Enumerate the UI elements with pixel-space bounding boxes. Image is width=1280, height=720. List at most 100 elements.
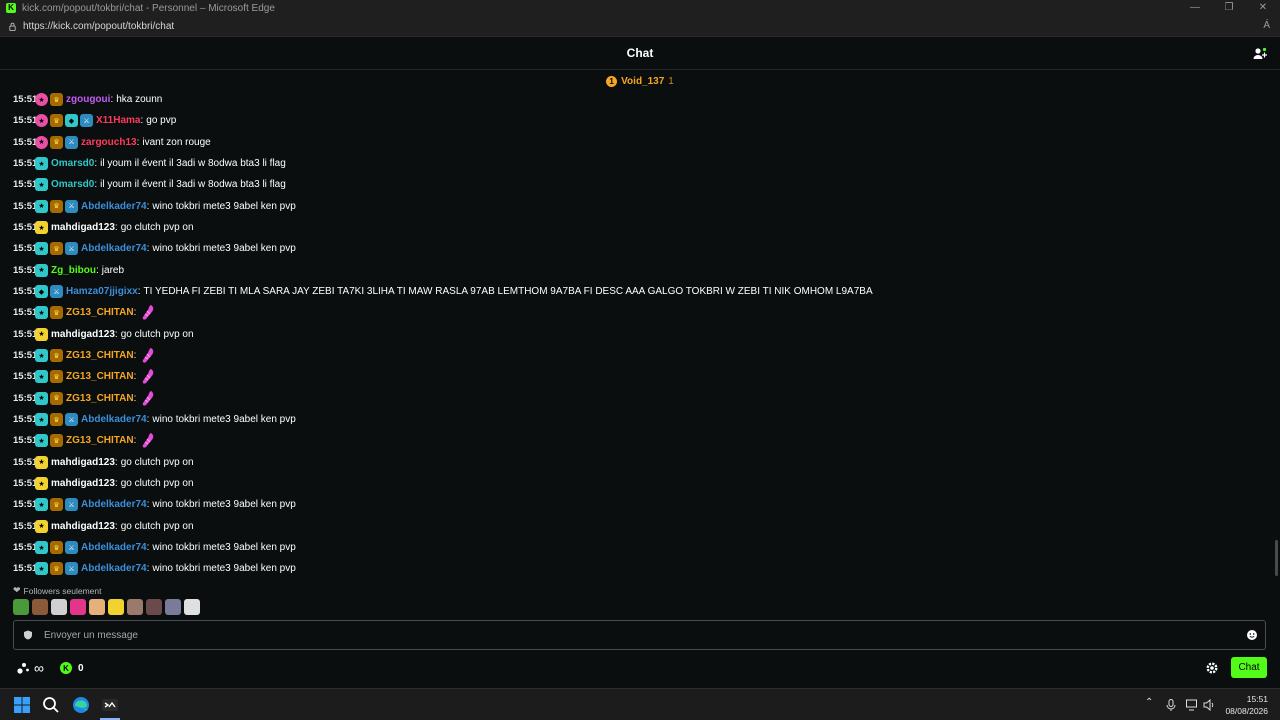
crown-badge-icon[interactable]: ♛	[50, 242, 63, 256]
chat-message[interactable]: 15:51 ◆ ⚔ Hamza07jjigixx: TI YEDHA FI ZEBI T…	[0, 281, 1276, 302]
chat-message[interactable]: 15:51 ★ ♛ ⚔ Abdelkader74: wino tokbri mete3 9…	[0, 558, 1276, 579]
crown-badge-icon[interactable]: ♛	[50, 413, 63, 427]
chat-emote-icon[interactable]	[140, 432, 156, 449]
chat-message[interactable]: 15:51 ★ Zg_bibou: jareb	[0, 260, 1276, 281]
read-aloud-icon[interactable]: Á	[1263, 20, 1270, 31]
username[interactable]: mahdigad123	[51, 222, 115, 233]
chat-message[interactable]: 15:51 ★ mahdigad123: go clutch pvp on	[0, 473, 1276, 494]
crown-badge-icon[interactable]: ♛	[50, 135, 63, 149]
username[interactable]: Abdelkader74	[81, 499, 147, 510]
subscriber-badge-icon[interactable]: ★	[35, 455, 48, 469]
quick-emote-icon[interactable]	[184, 599, 200, 615]
subscriber-badge-icon[interactable]: ★	[35, 242, 48, 256]
subscriber-badge-icon[interactable]: ★	[35, 562, 48, 576]
terminal-app-icon[interactable]	[100, 695, 120, 715]
network-icon[interactable]	[1186, 699, 1199, 711]
chat-message[interactable]: 15:51 ★ ♛ ⚔ zargouch13: ivant zon rouge	[0, 132, 1276, 153]
sword-badge-icon[interactable]: ⚔	[65, 199, 78, 213]
sword-badge-icon[interactable]: ⚔	[65, 498, 78, 512]
crown-badge-icon[interactable]: ♛	[50, 349, 63, 363]
chat-message[interactable]: 15:51 ★ mahdigad123: go clutch pvp on	[0, 516, 1276, 537]
shield-icon[interactable]	[23, 630, 33, 640]
url-text[interactable]: https://kick.com/popout/tokbri/chat	[23, 21, 174, 32]
subscriber-badge-icon[interactable]: ★	[35, 498, 48, 512]
username[interactable]: Abdelkader74	[81, 542, 147, 553]
username[interactable]: Omarsd0	[51, 158, 94, 169]
quick-emote-icon[interactable]	[108, 599, 124, 615]
subscriber-badge-icon[interactable]: ★	[35, 178, 48, 192]
chat-message[interactable]: 15:51 ★ ♛ ⚔ Abdelkader74: wino tokbri mete3 9…	[0, 537, 1276, 558]
crown-badge-icon[interactable]: ♛	[50, 562, 63, 576]
username[interactable]: Abdelkader74	[81, 414, 147, 425]
minimize-button[interactable]: —	[1178, 0, 1212, 16]
chat-emote-icon[interactable]	[140, 390, 156, 407]
username[interactable]: ZG13_CHITAN	[66, 393, 134, 404]
username[interactable]: ZG13_CHITAN	[66, 435, 134, 446]
crown-badge-icon[interactable]: ♛	[50, 114, 63, 128]
username[interactable]: mahdigad123	[51, 329, 115, 340]
emoji-picker-icon[interactable]	[1246, 629, 1258, 641]
sword-badge-icon[interactable]: ⚔	[65, 562, 78, 576]
subscriber-badge-icon[interactable]: ★	[35, 135, 48, 149]
chat-message[interactable]: 15:51 ★ ♛ ⚔ Abdelkader74: wino tokbri mete3 9…	[0, 409, 1276, 430]
chat-message[interactable]: 15:51 ★ ♛ ZG13_CHITAN:	[0, 345, 1276, 366]
quick-emote-icon[interactable]	[146, 599, 162, 615]
microphone-icon[interactable]	[1166, 699, 1176, 711]
username[interactable]: mahdigad123	[51, 478, 115, 489]
subscriber-badge-icon[interactable]: ★	[35, 434, 48, 448]
quick-emote-icon[interactable]	[165, 599, 181, 615]
subscriber-badge-icon[interactable]: ★	[35, 93, 48, 107]
username[interactable]: ZG13_CHITAN	[66, 307, 134, 318]
username[interactable]: Omarsd0	[51, 179, 94, 190]
subscriber-badge-icon[interactable]: ★	[35, 477, 48, 491]
crown-badge-icon[interactable]: ♛	[50, 498, 63, 512]
subscriber-badge-icon[interactable]: ★	[35, 541, 48, 555]
sword-badge-icon[interactable]: ⚔	[65, 135, 78, 149]
chat-messages[interactable]: 15:51 ★ ♛ zgougoui: hka zounn 15:51 ★ ♛ ◆ ⚔ X11Ham…	[0, 89, 1276, 579]
username[interactable]: zgougoui	[66, 94, 110, 105]
subscriber-badge-icon[interactable]: ★	[35, 349, 48, 363]
username[interactable]: X11Hama	[96, 115, 140, 126]
quick-emote-icon[interactable]	[89, 599, 105, 615]
subscriber-badge-icon[interactable]: ★	[35, 199, 48, 213]
username[interactable]: Abdelkader74	[81, 243, 147, 254]
vip-badge-icon[interactable]: ◆	[35, 285, 48, 299]
quick-emote-icon[interactable]	[32, 599, 48, 615]
subscriber-badge-icon[interactable]: ★	[35, 370, 48, 384]
chat-message[interactable]: 15:51 ★ ♛ ZG13_CHITAN:	[0, 430, 1276, 451]
chat-message[interactable]: 15:51 ★ ♛ ⚔ Abdelkader74: wino tokbri mete3 9…	[0, 238, 1276, 259]
quick-emote-icon[interactable]	[127, 599, 143, 615]
username[interactable]: mahdigad123	[51, 521, 115, 532]
vip-badge-icon[interactable]: ◆	[65, 114, 78, 128]
sword-badge-icon[interactable]: ⚔	[50, 285, 63, 299]
crown-badge-icon[interactable]: ♛	[50, 306, 63, 320]
chat-message[interactable]: 15:51 ★ Omarsd0: il youm il évent il 3adi w…	[0, 174, 1276, 195]
chat-message[interactable]: 15:51 ★ ♛ ZG13_CHITAN:	[0, 302, 1276, 323]
message-input-wrapper[interactable]	[13, 620, 1266, 650]
windows-start-icon[interactable]	[12, 695, 32, 715]
subscriber-badge-icon[interactable]: ★	[35, 157, 48, 171]
subscriber-badge-icon[interactable]: ★	[35, 306, 48, 320]
crown-badge-icon[interactable]: ♛	[50, 434, 63, 448]
chat-emote-icon[interactable]	[140, 304, 156, 321]
search-icon[interactable]	[41, 695, 61, 715]
sword-badge-icon[interactable]: ⚔	[65, 242, 78, 256]
crown-badge-icon[interactable]: ♛	[50, 93, 63, 107]
crown-badge-icon[interactable]: ♛	[50, 541, 63, 555]
chat-emote-icon[interactable]	[140, 347, 156, 364]
chevron-up-icon[interactable]: ⌃	[1145, 697, 1153, 708]
subscriber-badge-icon[interactable]: ★	[35, 221, 48, 235]
username[interactable]: Abdelkader74	[81, 201, 147, 212]
username[interactable]: ZG13_CHITAN	[66, 371, 134, 382]
chat-message[interactable]: 15:51 ★ ♛ ◆ ⚔ X11Hama: go pvp	[0, 110, 1276, 131]
username[interactable]: Abdelkader74	[81, 563, 147, 574]
crown-badge-icon[interactable]: ♛	[50, 370, 63, 384]
crown-badge-icon[interactable]: ♛	[50, 199, 63, 213]
username[interactable]: mahdigad123	[51, 457, 115, 468]
sword-badge-icon[interactable]: ⚔	[65, 541, 78, 555]
gear-icon[interactable]	[1205, 661, 1219, 675]
chat-message[interactable]: 15:51 ★ ♛ ⚔ Abdelkader74: wino tokbri mete3 9…	[0, 196, 1276, 217]
chat-emote-icon[interactable]	[140, 368, 156, 385]
quick-emote-icon[interactable]	[51, 599, 67, 615]
volume-icon[interactable]	[1203, 699, 1215, 711]
